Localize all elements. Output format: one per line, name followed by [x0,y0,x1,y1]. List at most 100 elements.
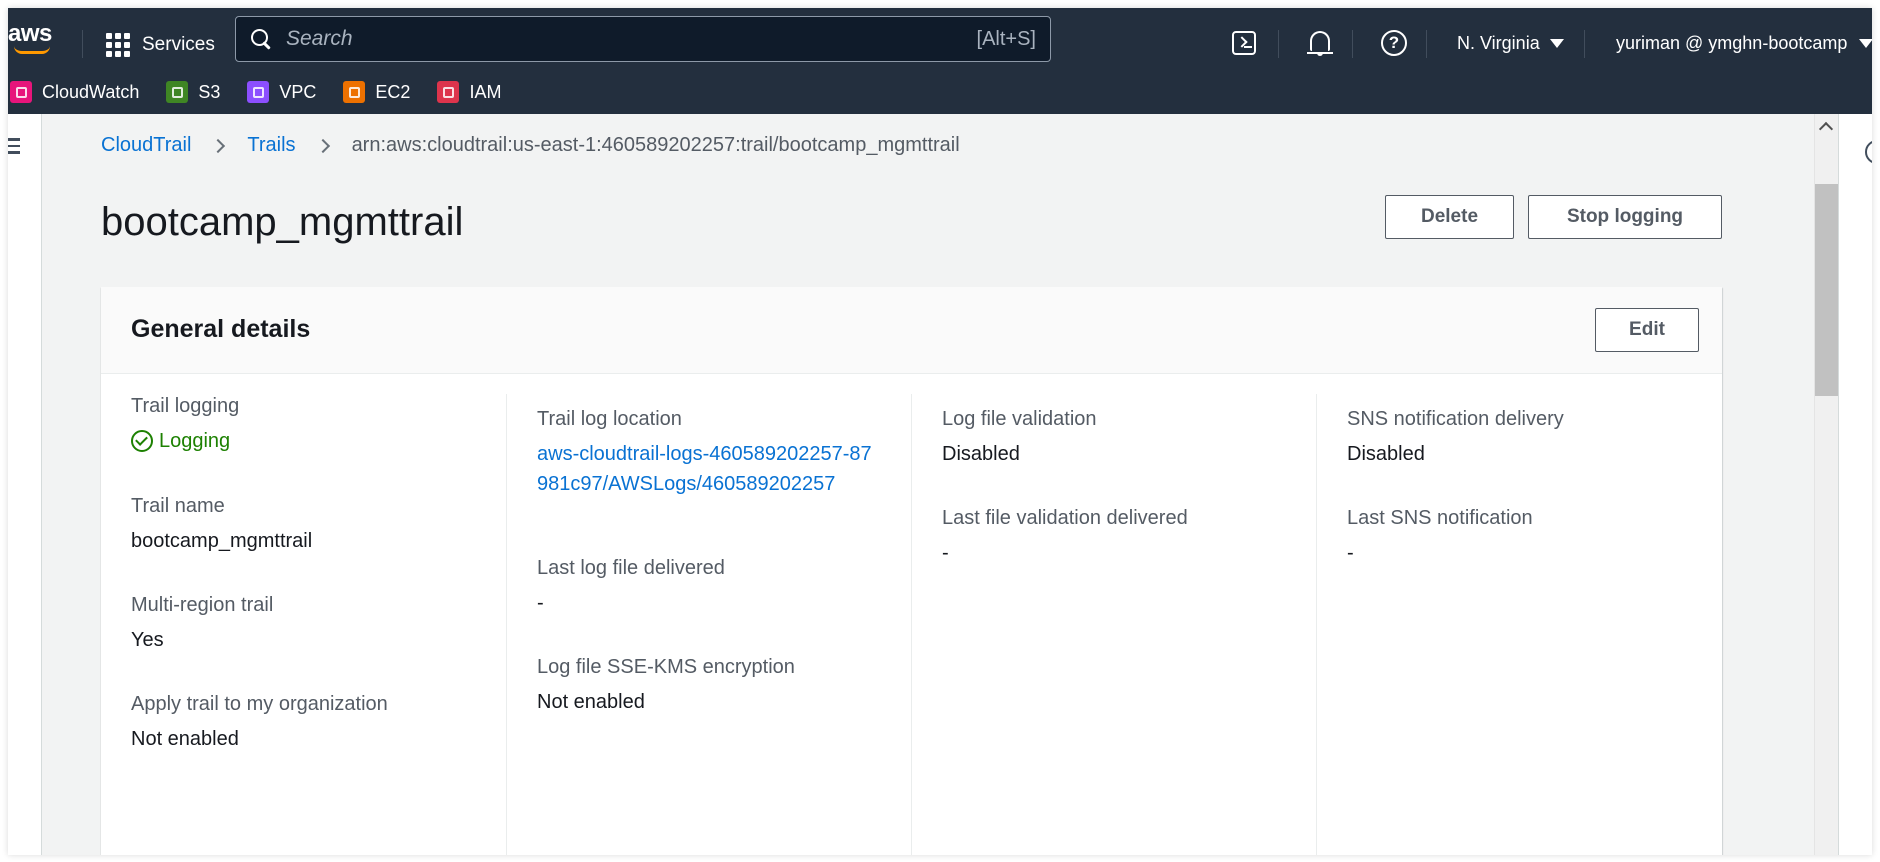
field-label: Log file SSE-KMS encryption [537,656,795,678]
field-value: Not enabled [131,728,239,750]
field-label: Trail name [131,495,225,517]
field-value: - [1347,542,1354,564]
vpc-icon [247,81,270,103]
log-location-field: Trail log location aws-cloudtrail-logs-4… [537,407,897,499]
breadcrumb: CloudTrail Trails arn:aws:cloudtrail:us-… [101,134,960,157]
field-label: Trail logging [131,395,240,417]
field-label: Last log file delivered [537,557,725,579]
sns-delivery-field: SNS notification delivery Disabled [1347,407,1707,469]
services-label: Services [142,34,215,55]
edit-button[interactable]: Edit [1595,308,1699,352]
last-delivered-field: Last log file delivered - [537,556,897,618]
nav-divider [1426,30,1427,58]
field-label: Last SNS notification [1347,507,1533,529]
search-icon [250,28,272,50]
favorite-cloudwatch[interactable]: CloudWatch [10,81,139,103]
breadcrumb-cloudtrail[interactable]: CloudTrail [101,134,191,157]
field-label: Multi-region trail [131,594,274,616]
services-menu-button[interactable]: Services [106,28,215,62]
chevron-right-icon [211,138,226,153]
favorite-label: CloudWatch [42,81,140,102]
favorite-label: VPC [279,81,317,102]
nav-divider [1352,30,1353,58]
multi-region-field: Multi-region trail Yes [131,593,491,655]
help-icon[interactable]: ? [1379,28,1409,58]
log-location-link[interactable]: aws-cloudtrail-logs-460589202257-87981c9… [537,439,882,499]
chevron-down-icon [1549,38,1564,48]
field-value: - [942,542,949,564]
tools-panel-rail: i [1838,114,1872,855]
browser-viewport: aws Services [Alt+S] ? N. Virginia yurim… [8,8,1872,855]
cloudshell-icon[interactable] [1229,28,1259,58]
favorites-bar: CloudWatch S3 VPC EC2 IAM [8,70,1872,114]
panel-title: General details [131,315,311,343]
cloudwatch-icon [10,81,32,103]
info-icon[interactable]: i [1865,140,1872,164]
region-label: N. Virginia [1457,32,1540,53]
iam-icon [437,81,460,103]
s3-icon [166,81,189,103]
general-details-panel: General details Edit Trail logging Loggi… [101,287,1722,855]
field-value: Yes [131,629,164,651]
chevron-right-icon [315,138,330,153]
details-column-4: SNS notification delivery Disabled Last … [1316,394,1721,855]
favorite-iam[interactable]: IAM [437,81,501,103]
vertical-scrollbar[interactable] [1814,114,1838,855]
favorite-ec2[interactable]: EC2 [343,81,410,103]
favorite-vpc[interactable]: VPC [247,81,316,103]
breadcrumb-trails[interactable]: Trails [247,134,295,157]
status-value: Logging [159,430,231,452]
search-bar[interactable]: [Alt+S] [235,16,1051,62]
favorite-label: EC2 [375,81,411,102]
scrollbar-thumb[interactable] [1815,184,1838,396]
field-value: Disabled [1347,443,1425,465]
aws-logo-smile [14,46,50,54]
favorite-label: S3 [198,81,221,102]
field-value: bootcamp_mgmttrail [131,530,313,552]
sse-kms-field: Log file SSE-KMS encryption Not enabled [537,655,897,717]
field-label: Log file validation [942,408,1097,430]
account-label: yuriman @ ymghn-bootcamp [1616,32,1848,53]
menu-icon[interactable] [8,138,20,154]
details-column-2: Trail log location aws-cloudtrail-logs-4… [506,394,911,855]
account-menu[interactable]: yuriman @ ymghn-bootcamp [1616,28,1872,58]
details-column-3: Log file validation Disabled Last file v… [911,394,1316,855]
region-selector[interactable]: N. Virginia [1457,28,1564,58]
search-input[interactable] [286,27,977,51]
apply-org-field: Apply trail to my organization Not enabl… [131,692,491,754]
field-value: Not enabled [537,691,645,713]
field-value: - [537,592,544,614]
field-label: Last file validation delivered [942,507,1188,529]
panel-header: General details Edit [101,287,1722,374]
trail-logging-field: Trail logging Logging [131,394,491,456]
delete-button[interactable]: Delete [1385,195,1514,239]
last-validation-field: Last file validation delivered - [942,506,1302,568]
scroll-up-arrow-icon[interactable] [1818,121,1834,137]
favorite-label: IAM [469,81,502,102]
status-indicator: Logging [131,426,491,456]
ec2-icon [343,81,366,103]
top-navigation: aws Services [Alt+S] ? N. Virginia yurim… [8,8,1872,70]
favorite-s3[interactable]: S3 [166,81,220,103]
stop-logging-button[interactable]: Stop logging [1528,195,1722,239]
aws-logo[interactable]: aws [8,20,60,56]
main-content: CloudTrail Trails arn:aws:cloudtrail:us-… [8,114,1838,855]
page-title: bootcamp_mgmttrail [101,200,464,244]
nav-divider [82,30,83,58]
field-label: SNS notification delivery [1347,408,1564,430]
aws-logo-text: aws [8,20,52,47]
nav-divider [1278,30,1279,58]
last-sns-field: Last SNS notification - [1347,506,1707,568]
field-value: Disabled [942,443,1020,465]
grid-icon [106,33,130,57]
chevron-down-icon [1859,38,1872,48]
check-circle-icon [131,430,153,452]
field-label: Trail log location [537,408,682,430]
log-validation-field: Log file validation Disabled [942,407,1302,469]
nav-divider [1584,30,1585,58]
field-label: Apply trail to my organization [131,693,388,715]
breadcrumb-current: arn:aws:cloudtrail:us-east-1:46058920225… [351,134,960,156]
side-navigation-rail [8,114,42,855]
bell-icon[interactable] [1305,28,1335,58]
search-shortcut-hint: [Alt+S] [976,27,1036,50]
